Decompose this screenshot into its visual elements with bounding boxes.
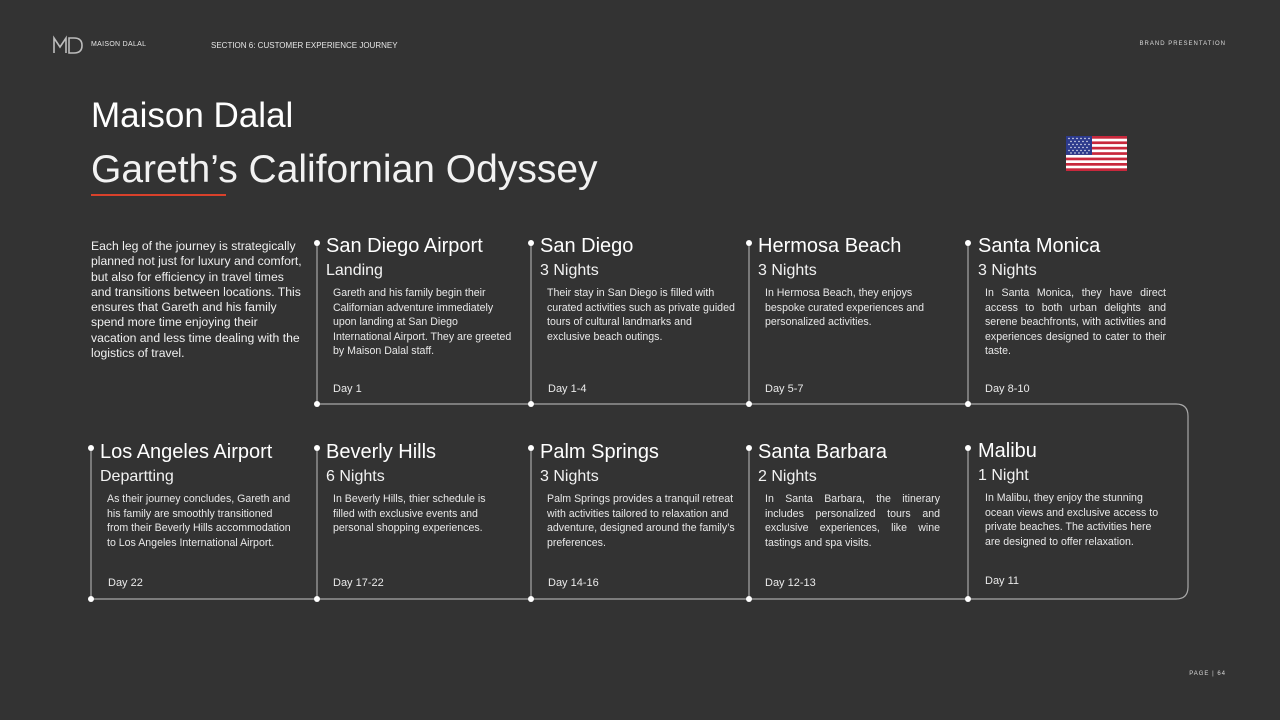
stop-name: Malibu [978, 440, 1037, 462]
stop-hermosa-beach: Hermosa Beach 3 Nights In Hermosa Beach,… [758, 234, 938, 330]
stop-day: Day 14-16 [548, 577, 599, 589]
stop-day: Day 22 [108, 577, 143, 589]
stop-los-angeles-airport: Los Angeles Airport Departting As their … [100, 440, 292, 550]
stop-description: Palm Springs provides a tranquil retreat… [547, 493, 735, 549]
stop-name: San Diego [540, 235, 634, 257]
stop-stay: 6 Nights [326, 468, 385, 485]
stop-stay: 3 Nights [758, 262, 817, 279]
journey-timeline [88, 240, 1189, 602]
stop-day: Day 8-10 [985, 383, 1030, 395]
stop-day: Day 11 [985, 575, 1020, 587]
stop-san-diego-airport: San Diego Airport Landing Gareth and his… [326, 234, 518, 359]
stop-stay: 3 Nights [978, 262, 1037, 279]
stop-santa-barbara: Santa Barbara 2 Nights In Santa Barbara,… [758, 440, 940, 550]
stop-name: San Diego Airport [326, 235, 483, 257]
stop-description: Gareth and his family begin their Califo… [333, 287, 512, 358]
stop-description: As their journey concludes, Gareth and h… [107, 493, 291, 549]
stop-name: Santa Barbara [758, 441, 887, 463]
stop-day: Day 17-22 [333, 577, 384, 589]
stop-day: Day 12-13 [765, 577, 816, 589]
stop-description: In Hermosa Beach, they enjoys bespoke cu… [765, 287, 925, 329]
stop-day: Day 5-7 [765, 383, 804, 395]
stop-malibu: Malibu 1 Night In Malibu, they enjoy the… [978, 439, 1166, 549]
stop-name: Los Angeles Airport [100, 441, 273, 463]
stop-day: Day 1-4 [548, 383, 587, 395]
stop-stay: Landing [326, 262, 383, 279]
stop-santa-monica: Santa Monica 3 Nights In Santa Monica, t… [978, 234, 1166, 359]
stop-stay: 2 Nights [758, 468, 817, 485]
stop-description: In Beverly Hills, thier schedule is fill… [333, 493, 486, 535]
page-number: PAGE | 64 [1189, 671, 1226, 677]
stop-name: Hermosa Beach [758, 235, 902, 257]
stop-stay: 1 Night [978, 467, 1029, 484]
stop-name: Palm Springs [540, 441, 659, 463]
stop-name: Santa Monica [978, 235, 1101, 257]
stop-stay: 3 Nights [540, 468, 599, 485]
stop-name: Beverly Hills [326, 441, 437, 463]
stop-description: In Santa Barbara, the itinerary includes… [765, 493, 940, 549]
stop-description: In Malibu, they enjoy the stunning ocean… [985, 492, 1159, 548]
stop-description: In Santa Monica, they have direct access… [985, 287, 1166, 358]
stop-palm-springs: Palm Springs 3 Nights Palm Springs provi… [540, 440, 735, 550]
stop-stay: Departting [100, 468, 174, 485]
stop-beverly-hills: Beverly Hills 6 Nights In Beverly Hills,… [326, 440, 506, 536]
stop-stay: 3 Nights [540, 262, 599, 279]
stop-san-diego: San Diego 3 Nights Their stay in San Die… [540, 234, 735, 344]
stop-day: Day 1 [333, 383, 362, 395]
stop-description: Their stay in San Diego is filled with c… [547, 287, 735, 343]
